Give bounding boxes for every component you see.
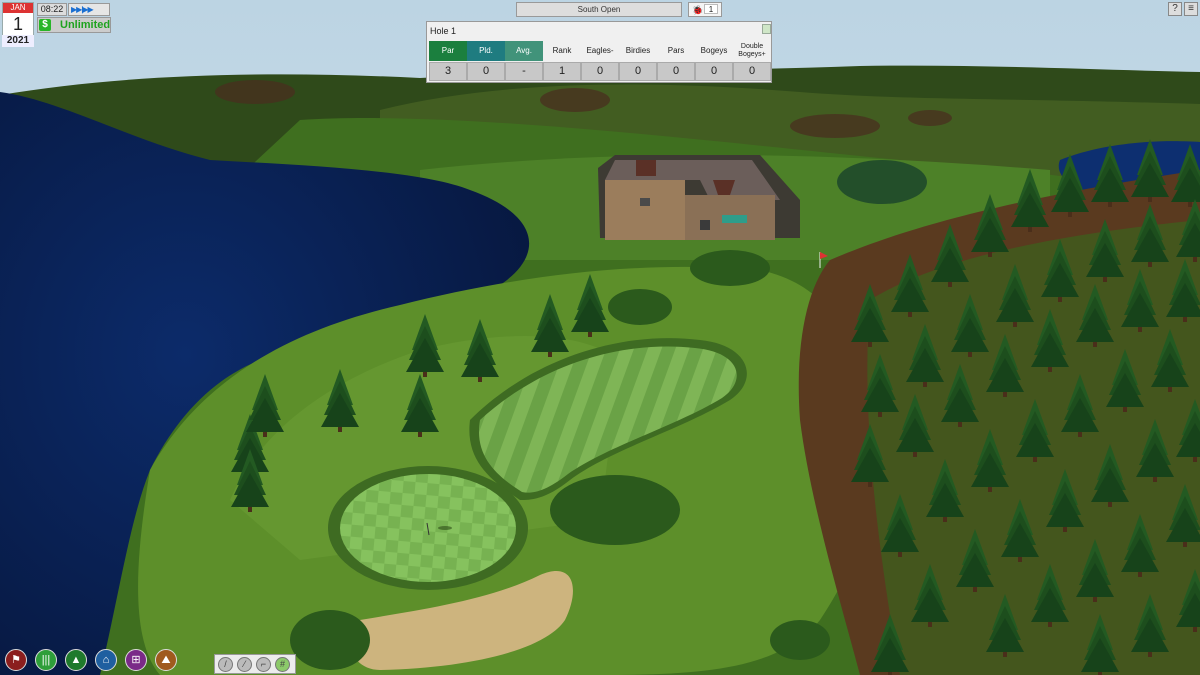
fence-icon[interactable]: ⊞ [125, 649, 147, 671]
stat-value: 0 [657, 62, 695, 81]
calendar-year: 2021 [2, 35, 34, 47]
stat-rank: Rank 1 [543, 41, 581, 81]
stat-value: 0 [619, 62, 657, 81]
stat-value: 0 [581, 62, 619, 81]
stat-value: - [505, 62, 543, 81]
stat-birdies: Birdies 0 [619, 41, 657, 81]
stat-header: Birdies [625, 46, 651, 55]
hole-title: Hole 1 [430, 26, 457, 36]
help-button[interactable]: ? [1168, 2, 1182, 16]
path-icon[interactable]: ⁄ [237, 657, 252, 672]
game-viewport[interactable] [0, 0, 1200, 675]
calendar-month: JAN [3, 3, 33, 13]
hole-stats-panel: Hole 1 Par 3 Pld. 0 Avg. - Rank 1 Eagles… [426, 21, 772, 83]
stat-header: Avg. [505, 41, 543, 61]
stat-value: 0 [695, 62, 733, 81]
grid-icon[interactable]: # [275, 657, 290, 672]
stat-double-bogeys: Double Bogeys+ 0 [733, 41, 771, 81]
stat-header: Pars [667, 46, 685, 55]
golfer-count-value: 1 [704, 4, 718, 14]
stat-played: Pld. 0 [467, 41, 505, 81]
tool-options-strip: / ⁄ ⌐ # [214, 654, 296, 674]
calendar-day: 1 [12, 14, 23, 34]
stat-bogeys: Bogeys 0 [695, 41, 733, 81]
stat-header: Pld. [467, 41, 505, 61]
shovel-icon[interactable]: ⌐ [256, 657, 271, 672]
speed-controls-icon[interactable]: ▶▶|▶▶ [68, 3, 110, 16]
stat-value: 3 [429, 62, 467, 81]
flag-icon[interactable]: ⚑ [5, 649, 27, 671]
dollar-icon: $ [39, 19, 51, 31]
bug-icon: 🐞 [692, 5, 704, 15]
golfer-count[interactable]: 🐞 1 [688, 2, 722, 17]
stat-eagles: Eagles- 0 [581, 41, 619, 81]
house-icon[interactable]: ⌂ [95, 649, 117, 671]
grass-icon[interactable]: ||| [35, 649, 57, 671]
stat-header: Rank [552, 46, 572, 55]
stat-pars: Pars 0 [657, 41, 695, 81]
clock-display: 08:22 [37, 3, 67, 16]
club-icon[interactable]: / [218, 657, 233, 672]
stat-header: Eagles- [586, 46, 614, 55]
stat-value: 1 [543, 62, 581, 81]
stat-value: 0 [733, 62, 771, 81]
money-value: Unlimited [60, 19, 111, 31]
stat-header: Double Bogeys+ [738, 43, 766, 58]
stat-value: 0 [467, 62, 505, 81]
tree-icon[interactable]: ▲ [65, 649, 87, 671]
money-display: $ Unlimited [37, 17, 111, 33]
menu-button[interactable]: ≡ [1184, 2, 1198, 16]
stat-average: Avg. - [505, 41, 543, 81]
stat-header: Bogeys [700, 46, 728, 55]
mountain-icon[interactable]: ⛰ [155, 649, 177, 671]
clubhouse[interactable] [598, 155, 800, 240]
stat-header: Par [429, 41, 467, 61]
stat-par: Par 3 [429, 41, 467, 81]
panel-close-icon[interactable] [762, 24, 771, 34]
course-name-bar[interactable]: South Open [516, 2, 682, 17]
